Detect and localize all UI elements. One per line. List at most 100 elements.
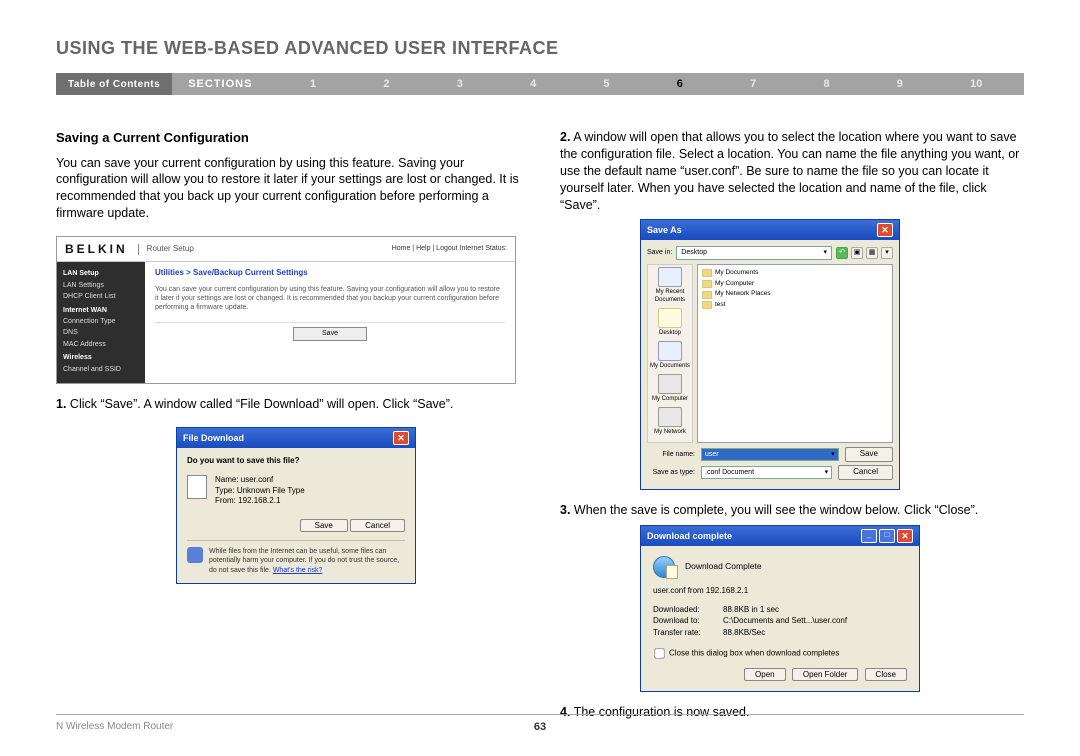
sidebar-item-mac[interactable]: MAC Address [63,339,139,350]
go-icon[interactable]: ↶ [836,247,848,259]
footer-product: N Wireless Modem Router [56,721,173,732]
right-column: 2. A window will open that allows you to… [560,129,1024,721]
minimize-icon[interactable]: _ [861,529,877,543]
file-item[interactable]: My Computer [702,280,888,289]
sidebar-cat-lan: LAN Setup [63,268,139,279]
savetype-label: Save as type: [647,468,695,477]
place-my-computer[interactable]: My Computer [650,374,690,403]
dlcomp-rate-label: Transfer rate: [653,628,723,639]
filedl-title: File Download [183,432,244,444]
filename-input[interactable]: user▾ [701,448,839,461]
saveas-title: Save As [647,224,682,236]
places-bar: My Recent Documents Desktop My Documents My… [647,264,693,444]
views-icon[interactable]: ▾ [881,247,893,259]
dlcomp-title: Download complete [647,530,732,542]
belkin-logo: BELKIN [65,241,128,257]
dlcomp-checkbox-label: Close this dialog box when download comp… [669,649,839,658]
filedl-name: user.conf [241,475,273,484]
file-item[interactable]: test [702,301,888,310]
toc-link[interactable]: Table of Contents [56,73,172,95]
section-nav: Table of Contents SECTIONS 1 2 3 4 5 6 7 8 9 10 [56,73,1024,95]
section-link-3[interactable]: 3 [457,78,463,90]
globe-download-icon [653,556,675,578]
subheading: Saving a Current Configuration [56,129,520,147]
step3-number: 3. [560,503,570,517]
dlcomp-to: C:\Documents and Sett...\user.conf [723,616,847,627]
router-description: You can save your current configuration … [155,285,505,312]
router-breadcrumb: Utilities > Save/Backup Current Settings [155,268,505,279]
dlcomp-downloaded: 88.8KB in 1 sec [723,605,779,616]
filedl-question: Do you want to save this file? [187,456,405,467]
sidebar-cat-wan: Internet WAN [63,305,139,316]
step3-text: When the save is complete, you will see … [570,503,978,517]
filedl-cancel-button[interactable]: Cancel [350,519,405,532]
file-list[interactable]: My Documents My ComputerMy Network Places… [697,264,893,444]
router-save-button[interactable]: Save [293,327,367,340]
filename-label: File name: [647,450,695,459]
filedl-from-label: From: [215,496,236,505]
section-link-5[interactable]: 5 [603,78,609,90]
step2-text: A window will open that allows you to se… [560,130,1019,212]
dlcomp-checkbox[interactable] [654,648,664,658]
section-link-1[interactable]: 1 [310,78,316,90]
dlcomp-rate: 88.8KB/Sec [723,628,765,639]
savein-combo[interactable]: Desktop▾ [676,246,832,259]
sidebar-item-dhcp[interactable]: DHCP Client List [63,291,139,302]
sidebar-item-lan-settings[interactable]: LAN Settings [63,280,139,291]
filedl-type: Unknown File Type [237,486,305,495]
page-footer: N Wireless Modem Router 63 [56,714,1024,732]
router-top-links[interactable]: Home | Help | Logout Internet Status: [392,244,507,253]
dlcomp-open-folder-button[interactable]: Open Folder [792,668,858,681]
section-link-9[interactable]: 9 [897,78,903,90]
filedl-risk-link[interactable]: What's the risk? [273,567,323,574]
dlcomp-heading: Download Complete [685,561,762,572]
maximize-icon[interactable]: □ [879,529,895,543]
file-item[interactable]: My Network Places [702,290,888,299]
dlcomp-open-button[interactable]: Open [744,668,786,681]
section-link-10[interactable]: 10 [970,78,982,90]
close-icon[interactable]: ✕ [877,223,893,237]
saveas-cancel-button[interactable]: Cancel [838,465,893,480]
dlcomp-close-button[interactable]: Close [865,668,907,681]
dlcomp-file: user.conf from 192.168.2.1 [653,586,907,597]
sidebar-item-dns[interactable]: DNS [63,327,139,338]
filedl-type-label: Type: [215,486,235,495]
file-download-dialog: File Download ✕ Do you want to save this… [176,427,416,584]
section-link-2[interactable]: 2 [383,78,389,90]
section-link-4[interactable]: 4 [530,78,536,90]
intro-paragraph: You can save your current configuration … [56,155,520,223]
place-desktop[interactable]: Desktop [650,308,690,337]
sidebar-cat-wireless: Wireless [63,352,139,363]
close-icon[interactable]: ✕ [393,431,409,445]
shield-icon [187,547,203,563]
filedl-save-button[interactable]: Save [300,519,348,532]
step2-number: 2. [560,130,570,144]
dlcomp-to-label: Download to: [653,616,723,627]
up-icon[interactable]: ▣ [851,247,863,259]
section-link-7[interactable]: 7 [750,78,756,90]
file-icon [187,475,207,499]
place-my-documents[interactable]: My Documents [650,341,690,370]
newfolder-icon[interactable]: ▦ [866,247,878,259]
filedl-from: 192.168.2.1 [238,496,280,505]
dlcomp-downloaded-label: Downloaded: [653,605,723,616]
router-setup-label: Router Setup [138,244,194,255]
place-my-network[interactable]: My Network [650,407,690,436]
place-my-recent-documents[interactable]: My Recent Documents [650,267,690,304]
sidebar-item-conn-type[interactable]: Connection Type [63,316,139,327]
step1-text: Click “Save”. A window called “File Down… [66,397,453,411]
saveas-save-button[interactable]: Save [845,447,893,462]
close-icon[interactable]: ✕ [897,529,913,543]
step1-number: 1. [56,397,66,411]
section-link-8[interactable]: 8 [823,78,829,90]
sections-label: SECTIONS [172,73,268,95]
router-sidebar: LAN Setup LAN Settings DHCP Client List … [57,262,145,383]
section-link-6[interactable]: 6 [677,78,683,90]
footer-page-number: 63 [534,721,546,733]
filedl-name-label: Name: [215,475,239,484]
sidebar-item-channel[interactable]: Channel and SSID [63,364,139,375]
savetype-combo[interactable]: .conf Document▾ [701,466,832,479]
download-complete-dialog: Download complete _ □ ✕ Download Complet… [640,525,920,692]
file-item[interactable]: My Documents [702,269,888,278]
page-title: USING THE WEB-BASED ADVANCED USER INTERF… [56,38,1024,59]
